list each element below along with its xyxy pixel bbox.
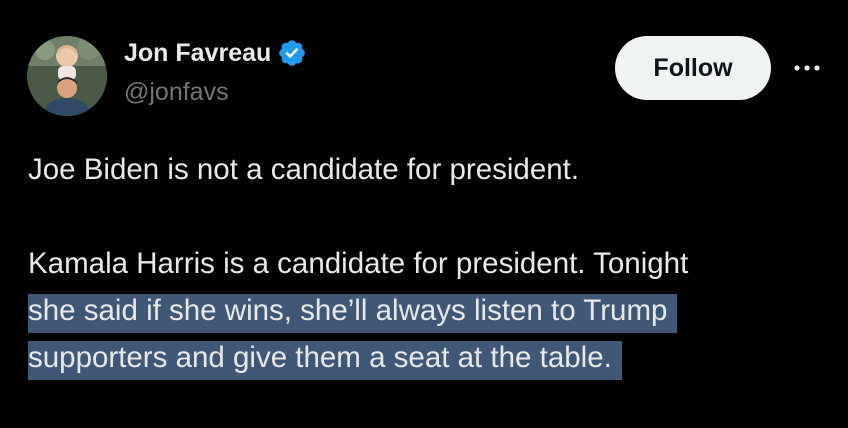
tweet-text: Joe Biden is not a candidate for preside…: [28, 146, 828, 381]
tweet-line: Kamala Harris is a candidate for preside…: [28, 247, 689, 280]
tweet-line: Joe Biden is not a candidate for preside…: [28, 153, 580, 186]
verified-badge-icon[interactable]: [277, 38, 307, 68]
author-name-row: Jon Favreau: [124, 38, 307, 68]
avatar-photo: [27, 36, 107, 116]
tweet-line-selected: she said if she wins, she’ll always list…: [28, 287, 828, 334]
avatar[interactable]: [27, 36, 107, 116]
selected-text: she said if she wins, she’ll always list…: [28, 294, 678, 333]
selected-text: supporters and give them a seat at the t…: [28, 341, 622, 380]
tweet-line-selected: supporters and give them a seat at the t…: [28, 334, 828, 381]
author-display-name[interactable]: Jon Favreau: [124, 40, 271, 66]
follow-button[interactable]: Follow: [615, 36, 771, 100]
author-handle[interactable]: @jonfavs: [124, 80, 229, 105]
more-horizontal-icon[interactable]: [789, 54, 825, 82]
